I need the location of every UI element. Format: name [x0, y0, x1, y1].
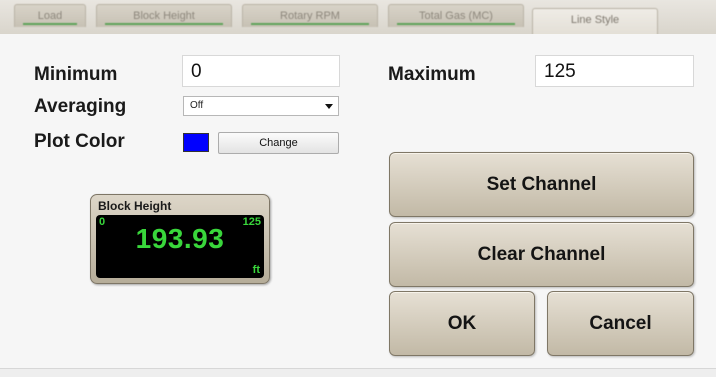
set-channel-button[interactable]: Set Channel — [389, 152, 694, 217]
averaging-select[interactable]: Off — [183, 96, 339, 116]
maximum-label: Maximum — [388, 64, 476, 85]
tab-label: Rotary RPM — [280, 10, 340, 22]
tab-line-style[interactable]: Line Style — [532, 8, 658, 35]
clear-channel-button[interactable]: Clear Channel — [389, 222, 694, 287]
block-height-gauge: Block Height 0 125 193.93 ft — [90, 194, 270, 284]
cancel-button[interactable]: Cancel — [547, 291, 694, 356]
gauge-title: Block Height — [98, 199, 172, 213]
tab-load[interactable]: Load — [14, 4, 86, 27]
averaging-selected-value: Off — [190, 100, 204, 111]
change-color-button[interactable]: Change — [218, 132, 339, 154]
maximum-field[interactable]: 125 — [535, 55, 694, 87]
ok-button[interactable]: OK — [389, 291, 535, 356]
averaging-label: Averaging — [34, 96, 127, 117]
tab-label: Load — [37, 10, 63, 22]
tab-label: Line Style — [570, 14, 620, 26]
plot-color-swatch — [183, 133, 209, 152]
tab-rotary-rpm[interactable]: Rotary RPM — [242, 4, 378, 27]
gauge-display: 0 125 193.93 ft — [96, 215, 264, 278]
minimum-field[interactable]: 0 — [182, 55, 340, 87]
tab-block-height[interactable]: Block Height — [96, 4, 232, 27]
plot-color-label: Plot Color — [34, 131, 125, 152]
tab-label: Total Gas (MC) — [419, 10, 493, 22]
gauge-unit: ft — [252, 264, 260, 276]
tab-strip: Load Block Height Rotary RPM Total Gas (… — [0, 0, 716, 35]
gauge-value: 193.93 — [135, 223, 225, 254]
tab-total-gas[interactable]: Total Gas (MC) — [388, 4, 524, 27]
minimum-label: Minimum — [34, 64, 118, 85]
tab-label: Block Height — [133, 10, 195, 22]
chevron-down-icon — [325, 104, 333, 109]
